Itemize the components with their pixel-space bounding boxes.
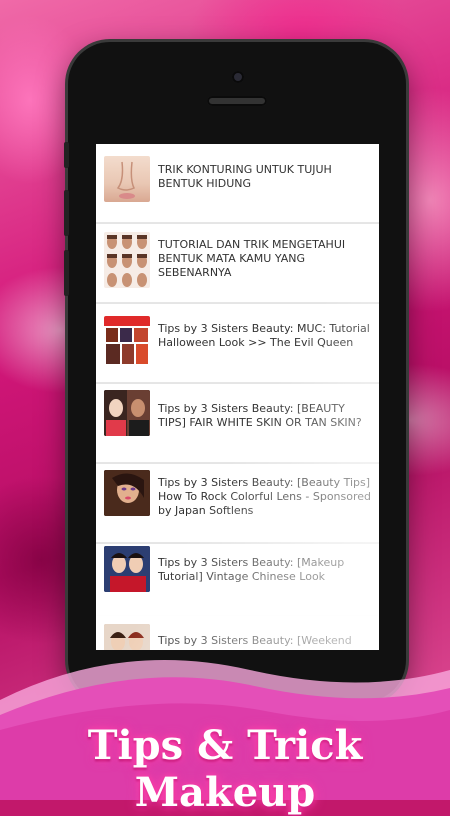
list-item-title: Tips by 3 Sisters Beauty: MUC: Tutorial … (158, 322, 370, 349)
article-list[interactable]: TRIK KONTURING UNTUK TUJUH BENTUK HIDUNG… (96, 144, 379, 650)
list-item-title: Tips by 3 Sisters Beauty: [BEAUTY TIPS] … (158, 402, 362, 429)
skin-compare-photo (104, 390, 150, 436)
nose-photo (104, 156, 150, 202)
speaker-grille (207, 96, 267, 106)
app-title-banner: Tips & Trick Makeup (87, 722, 363, 816)
phone-side-button (64, 142, 69, 168)
list-item-title: TUTORIAL DAN TRIK MENGETAHUI BENTUK MATA… (158, 238, 346, 279)
eye-shapes-photo (104, 232, 150, 288)
list-item[interactable]: Tips by 3 Sisters Beauty: MUC: Tutorial … (96, 304, 379, 384)
list-item[interactable]: TRIK KONTURING UNTUK TUJUH BENTUK HIDUNG (96, 144, 379, 224)
list-item[interactable]: TUTORIAL DAN TRIK MENGETAHUI BENTUK MATA… (96, 224, 379, 304)
phone-volume-down-button (64, 250, 69, 296)
phone-volume-up-button (64, 190, 69, 236)
front-camera-icon (232, 71, 244, 83)
list-item-title: Tips by 3 Sisters Beauty: [Makeup Tutori… (158, 556, 345, 583)
list-item[interactable]: Tips by 3 Sisters Beauty: [Makeup Tutori… (96, 544, 379, 624)
colorful-lens-photo (104, 470, 150, 516)
list-item[interactable]: Tips by 3 Sisters Beauty: [BEAUTY TIPS] … (96, 384, 379, 464)
list-item-title: Tips by 3 Sisters Beauty: [Beauty Tips] … (158, 476, 372, 517)
halloween-collage-photo (104, 316, 150, 366)
list-item-title: TRIK KONTURING UNTUK TUJUH BENTUK HIDUNG (158, 163, 332, 190)
list-item[interactable]: Tips by 3 Sisters Beauty: [Beauty Tips] … (96, 464, 379, 544)
vintage-look-photo (104, 546, 150, 592)
